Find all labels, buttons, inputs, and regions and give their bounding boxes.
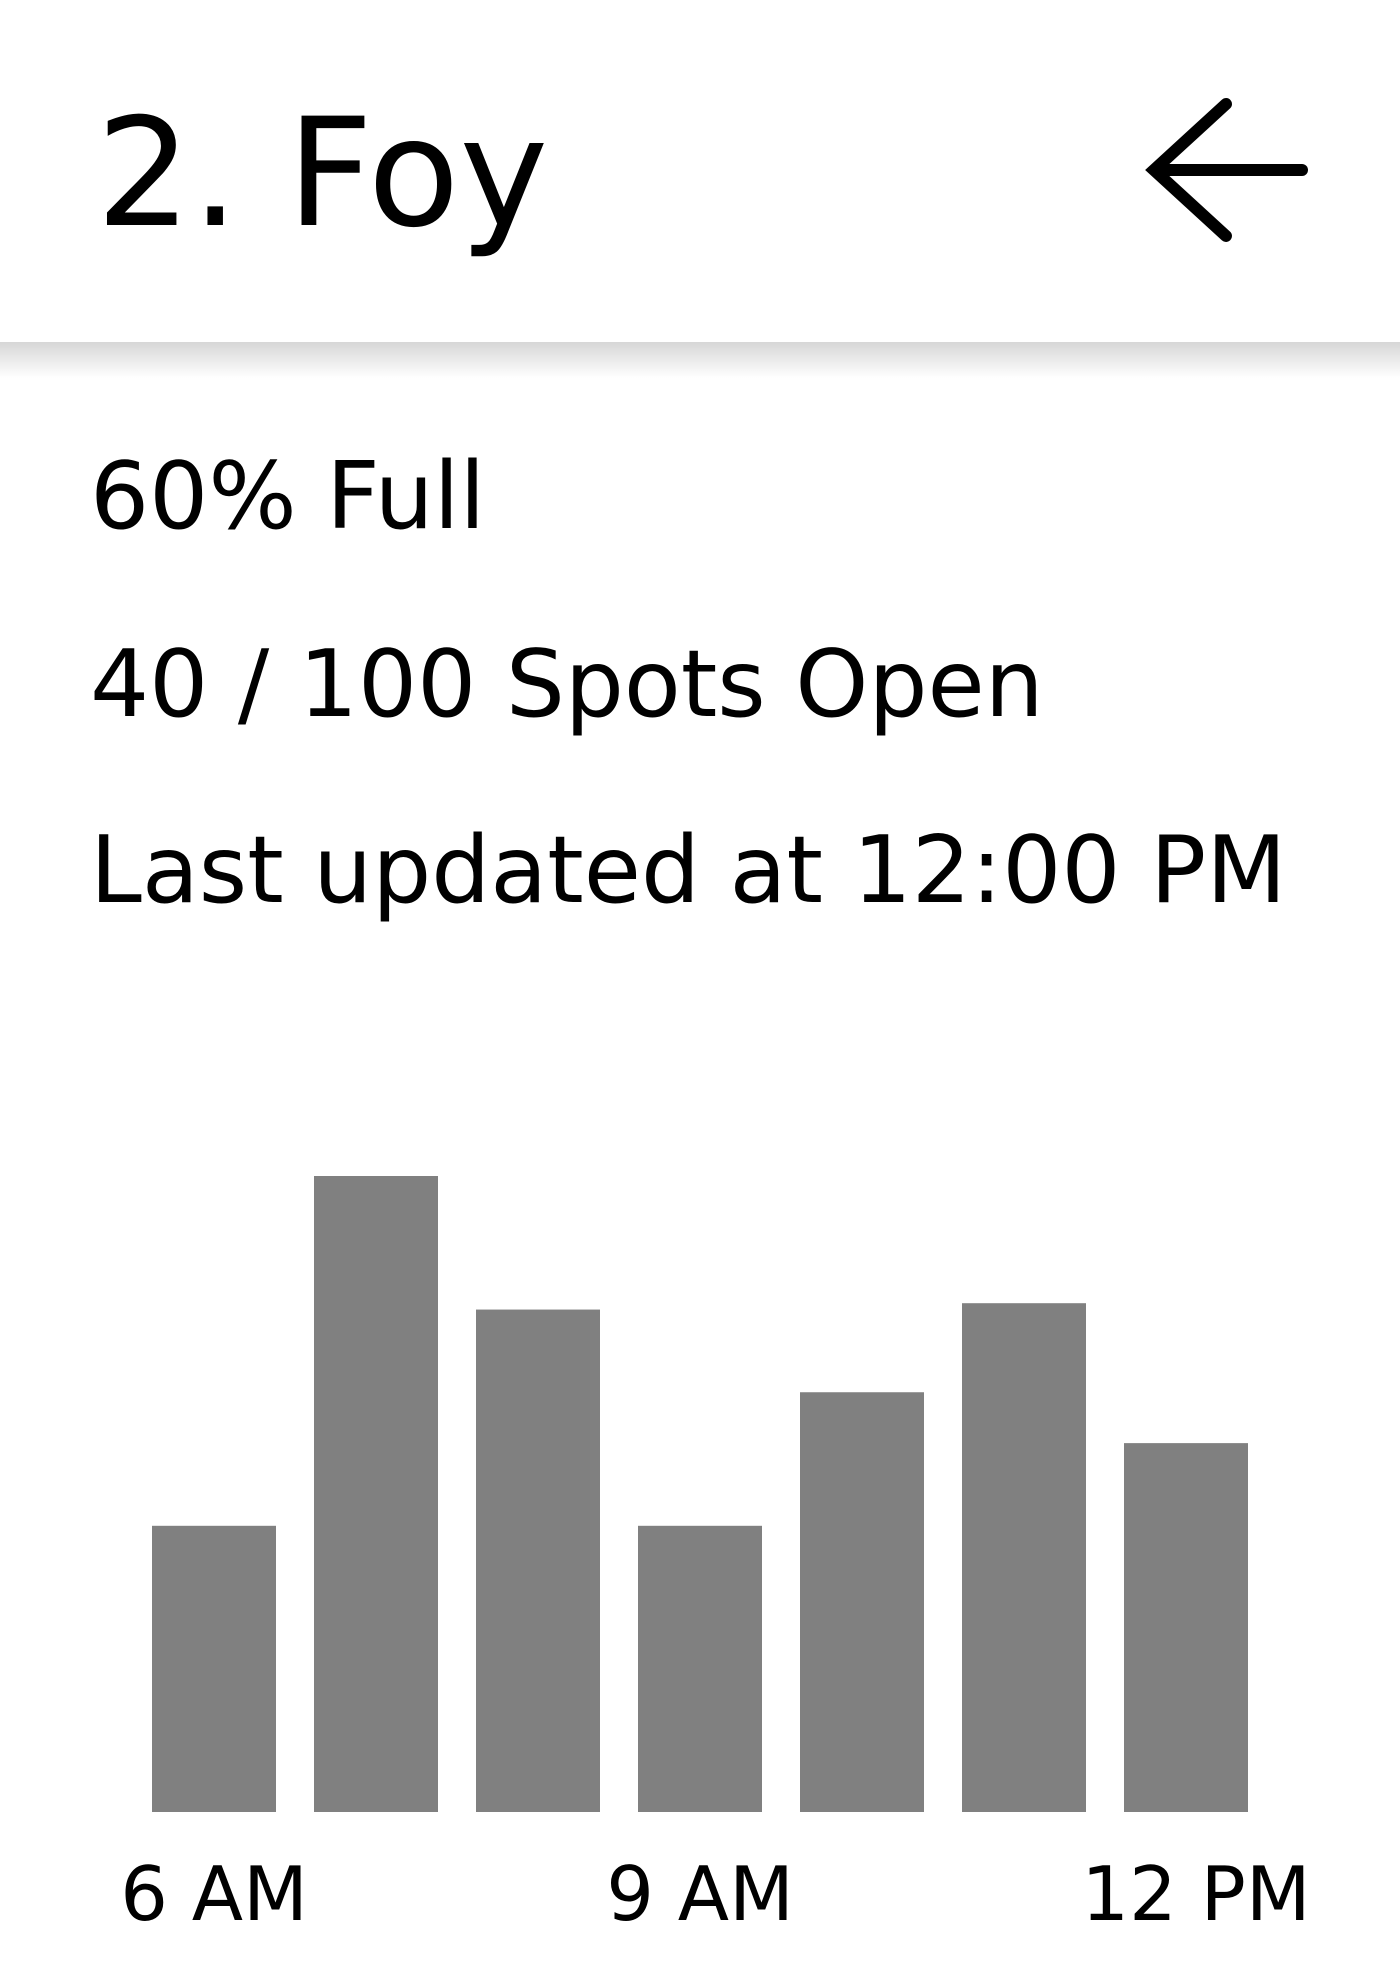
back-button[interactable]: [1140, 92, 1316, 248]
x-tick-label: 12 PM: [1081, 1850, 1310, 1938]
chart-bar-4: [638, 1525, 762, 1812]
occupancy-chart: 6 AM 9 AM 12 PM: [0, 1100, 1400, 1980]
occupancy-chart-svg: 6 AM 9 AM 12 PM: [120, 1176, 1311, 1938]
x-tick-label: 9 AM: [606, 1850, 794, 1938]
page-title: 2. Foy: [96, 87, 549, 261]
app-header: 2. Foy: [0, 0, 1400, 342]
chart-bar-1: [152, 1525, 276, 1812]
arrow-left-icon: [1145, 98, 1308, 242]
spots-open-text: 40 / 100 Spots Open: [90, 630, 1044, 738]
header-shadow: [0, 342, 1400, 378]
chart-bar-7: [1124, 1443, 1248, 1812]
chart-bar-3: [476, 1309, 600, 1812]
last-updated-text: Last updated at 12:00 PM: [90, 816, 1287, 924]
chart-bar-5: [800, 1392, 924, 1812]
x-tick-label: 6 AM: [120, 1850, 308, 1938]
chart-bar-2: [314, 1176, 438, 1812]
fullness-text: 60% Full: [90, 442, 486, 550]
chart-bar-6: [962, 1303, 1086, 1812]
